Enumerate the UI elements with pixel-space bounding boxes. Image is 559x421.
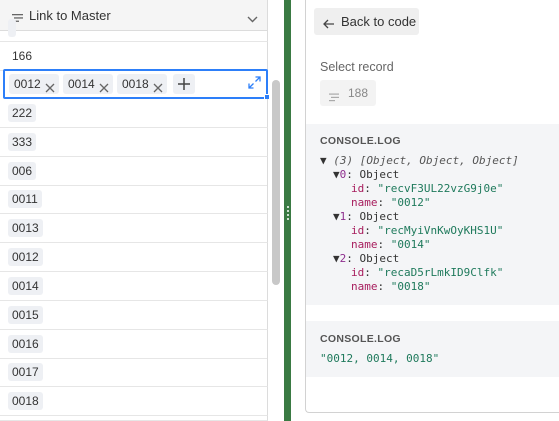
- record-pill: 222: [8, 104, 37, 122]
- console-title: CONSOLE.LOG: [320, 135, 401, 147]
- object-row[interactable]: ▼0: Object: [333, 168, 399, 182]
- table-row[interactable]: 0011: [0, 185, 268, 214]
- record-count: 188: [348, 86, 369, 100]
- table-row[interactable]: [0, 416, 268, 421]
- name-property: name: "0012": [351, 196, 431, 209]
- table-row[interactable]: 0018: [0, 387, 268, 416]
- table-row[interactable]: [0, 19, 268, 42]
- record-pill: 0017: [8, 363, 43, 381]
- linked-record-chip[interactable]: 0014: [63, 74, 113, 94]
- chip-label: 0014: [68, 77, 95, 91]
- record-pill: 0013: [8, 219, 43, 237]
- close-icon[interactable]: [153, 79, 163, 99]
- table-row[interactable]: 0014: [0, 272, 268, 301]
- chip-label: 0018: [122, 77, 149, 91]
- vertical-scrollbar[interactable]: [272, 80, 280, 285]
- chip-label: 0012: [14, 77, 41, 91]
- expand-icon[interactable]: [248, 76, 261, 94]
- record-pill: 166: [12, 49, 33, 63]
- table-row[interactable]: 006: [0, 157, 268, 186]
- chevron-down-icon[interactable]: [247, 10, 258, 28]
- table-row[interactable]: 0013: [0, 214, 268, 243]
- column-title: Link to Master: [29, 8, 111, 23]
- add-record-button[interactable]: [173, 74, 195, 94]
- grid-panel: Link to Master 166 0012 0014 0018 222 33…: [0, 0, 284, 421]
- console-output-2: CONSOLE.LOG "0012, 0014, 0018": [306, 321, 559, 377]
- column-header[interactable]: Link to Master: [0, 0, 268, 31]
- console-output-1: CONSOLE.LOG ▼ (3) [Object, Object, Objec…: [306, 124, 559, 305]
- list-icon: [329, 89, 339, 107]
- array-summary: [Object, Object, Object]: [359, 154, 519, 167]
- code-panel: Back to code Select record 188 CONSOLE.L…: [291, 0, 559, 421]
- record-pill: 0011: [8, 190, 42, 208]
- select-record-button[interactable]: 188: [320, 80, 376, 106]
- record-pill: 0016: [8, 335, 43, 353]
- object-row[interactable]: ▼2: Object: [333, 252, 399, 266]
- record-pill: 0015: [8, 306, 43, 324]
- linked-record-chip[interactable]: 0012: [9, 74, 59, 94]
- resize-grip-icon[interactable]: [287, 206, 289, 222]
- table-row[interactable]: 0015: [0, 301, 268, 330]
- table-row[interactable]: 222: [0, 99, 268, 128]
- record-pill: 333: [8, 133, 37, 151]
- array-count: (3): [333, 154, 354, 167]
- id-property: id: "recaD5rLmkID9Clfk": [351, 266, 504, 279]
- linked-record-chip[interactable]: 0018: [117, 74, 167, 94]
- back-to-code-button[interactable]: Back to code: [314, 8, 419, 35]
- record-pill: 0018: [8, 392, 43, 410]
- object-row[interactable]: ▼1: Object: [333, 210, 399, 224]
- table-row[interactable]: 0017: [0, 358, 268, 387]
- table-row[interactable]: 0012: [0, 243, 268, 272]
- close-icon[interactable]: [99, 79, 109, 99]
- name-property: name: "0018": [351, 280, 431, 293]
- record-pill: 0012: [8, 248, 43, 266]
- arrow-left-icon: [323, 16, 335, 34]
- record-pill: 0014: [8, 277, 43, 295]
- table-row[interactable]: 166: [0, 42, 268, 71]
- back-button-label: Back to code: [341, 14, 417, 29]
- console-title: CONSOLE.LOG: [320, 333, 401, 345]
- console-output-string: "0012, 0014, 0018": [320, 352, 440, 365]
- close-icon[interactable]: [45, 79, 55, 99]
- table-row[interactable]: 333: [0, 128, 268, 157]
- record-pill: 006: [8, 162, 37, 180]
- link-cell-editor[interactable]: 0012 0014 0018: [3, 69, 270, 100]
- id-property: id: "recvF3UL22vzG9j0e": [351, 182, 504, 195]
- id-property: id: "recMyiVnKwOyKHS1U": [351, 224, 504, 237]
- name-property: name: "0014": [351, 238, 431, 251]
- array-summary-line[interactable]: ▼ (3) [Object, Object, Object]: [320, 154, 519, 168]
- record-pill: [8, 19, 16, 37]
- table-row[interactable]: 0016: [0, 330, 268, 359]
- select-record-label: Select record: [320, 60, 394, 74]
